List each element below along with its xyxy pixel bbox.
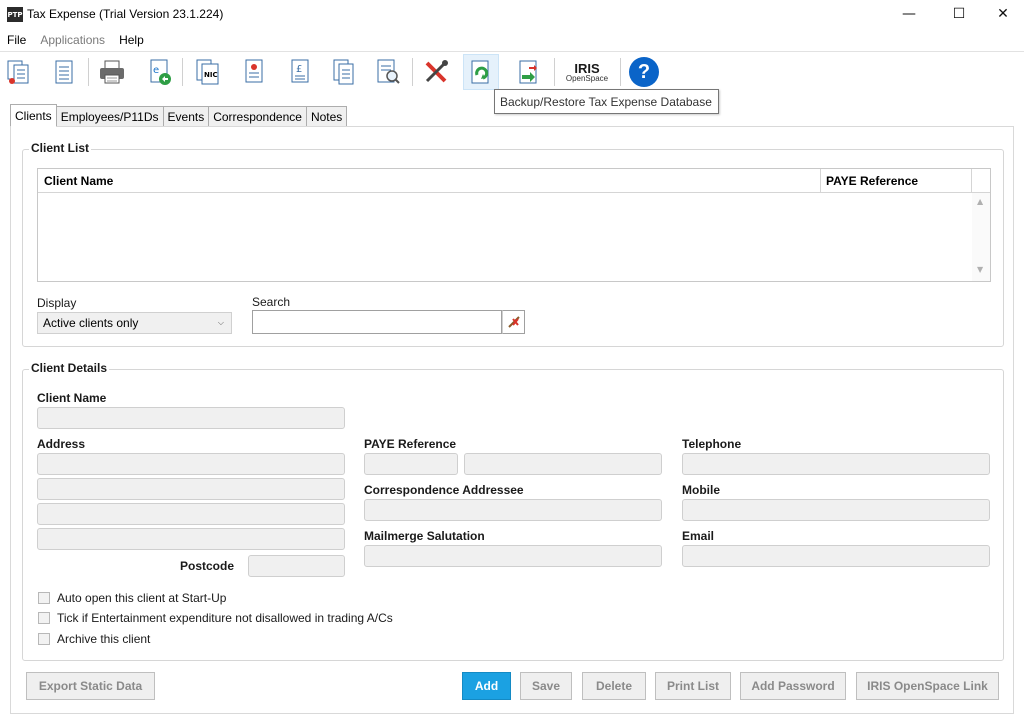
toolbar: e NIC £ IRIS OpenSpace ? <box>0 51 1024 91</box>
svg-text:£: £ <box>296 64 302 75</box>
archive-checkbox-row[interactable]: Archive this client <box>38 632 150 646</box>
address-line-3-field[interactable] <box>37 503 345 525</box>
mailmerge-salutation-field[interactable] <box>364 545 662 567</box>
client-details-group: Client Details Client Name Address Postc… <box>22 361 1004 661</box>
documents-icon[interactable] <box>2 54 38 90</box>
backup-tooltip: Backup/Restore Tax Expense Database <box>494 89 719 114</box>
tools-icon[interactable] <box>418 54 454 90</box>
internet-document-icon[interactable]: e <box>142 54 178 90</box>
add-password-button[interactable]: Add Password <box>740 672 846 700</box>
help-glyph: ? <box>629 57 659 87</box>
column-client-name[interactable]: Client Name <box>38 169 113 193</box>
archive-label: Archive this client <box>57 632 151 646</box>
search-document-icon[interactable] <box>370 54 406 90</box>
print-list-button[interactable]: Print List <box>655 672 731 700</box>
search-label: Search <box>252 295 291 309</box>
clear-search-icon[interactable] <box>502 310 525 334</box>
window-title: Tax Expense (Trial Version 23.1.224) <box>27 7 224 21</box>
telephone-field[interactable] <box>682 453 990 475</box>
tab-bar: Clients Employees/P11Ds Events Correspon… <box>10 104 348 127</box>
client-list-header: Client Name PAYE Reference <box>38 169 990 193</box>
add-button[interactable]: Add <box>462 672 511 700</box>
close-button[interactable]: ✕ <box>980 0 1024 28</box>
help-icon[interactable]: ? <box>626 54 662 90</box>
title-bar: PTP Tax Expense (Trial Version 23.1.224)… <box>0 0 1024 30</box>
iris-openspace-link-button[interactable]: IRIS OpenSpace Link <box>856 672 999 700</box>
scroll-down-icon[interactable]: ▼ <box>977 265 983 274</box>
address-line-4-field[interactable] <box>37 528 345 550</box>
tab-correspondence[interactable]: Correspondence <box>209 106 307 126</box>
entertainment-label: Tick if Entertainment expenditure not di… <box>57 611 393 625</box>
svg-text:NIC: NIC <box>204 71 218 79</box>
menu-bar: File Applications Help <box>0 30 1024 50</box>
mobile-label: Mobile <box>682 483 720 497</box>
menu-applications[interactable]: Applications <box>33 30 112 50</box>
client-name-field[interactable] <box>37 407 345 429</box>
backup-restore-icon[interactable] <box>463 54 499 90</box>
email-field[interactable] <box>682 545 990 567</box>
currency-document-icon[interactable]: £ <box>282 54 318 90</box>
list-scrollbar[interactable]: ▲ ▼ <box>972 193 990 281</box>
delete-button[interactable]: Delete <box>582 672 646 700</box>
address-line-1-field[interactable] <box>37 453 345 475</box>
client-details-title: Client Details <box>29 361 110 375</box>
display-select[interactable]: Active clients only ⌵ <box>37 312 232 334</box>
export-static-data-button[interactable]: Export Static Data <box>26 672 155 700</box>
iris-logo-text: IRIS <box>574 60 600 76</box>
print-icon[interactable] <box>94 54 130 90</box>
save-button[interactable]: Save <box>520 672 572 700</box>
scroll-up-icon[interactable]: ▲ <box>977 197 983 206</box>
display-select-value: Active clients only <box>43 316 139 330</box>
tab-employees-p11ds[interactable]: Employees/P11Ds <box>56 106 164 126</box>
iris-logo-subtext: OpenSpace <box>565 73 609 83</box>
tab-events[interactable]: Events <box>163 106 210 126</box>
paye-reference-field[interactable] <box>464 453 662 475</box>
iris-openspace-icon[interactable]: IRIS OpenSpace <box>562 54 612 90</box>
client-list-title: Client List <box>29 141 92 155</box>
address-line-2-field[interactable] <box>37 478 345 500</box>
archive-checkbox[interactable] <box>38 633 50 645</box>
auto-open-label: Auto open this client at Start-Up <box>57 591 227 605</box>
export-icon[interactable] <box>510 54 546 90</box>
tab-clients[interactable]: Clients <box>10 104 57 127</box>
paye-office-field[interactable] <box>364 453 458 475</box>
tab-notes[interactable]: Notes <box>306 106 348 126</box>
entertainment-checkbox-row[interactable]: Tick if Entertainment expenditure not di… <box>38 611 393 625</box>
entertainment-checkbox[interactable] <box>38 612 50 624</box>
red-document-icon[interactable] <box>236 54 272 90</box>
email-label: Email <box>682 529 715 543</box>
mobile-field[interactable] <box>682 499 990 521</box>
address-label: Address <box>37 437 86 451</box>
chevron-down-icon: ⌵ <box>217 318 224 327</box>
column-paye-reference[interactable]: PAYE Reference <box>820 169 918 193</box>
search-input[interactable] <box>252 310 502 334</box>
paye-reference-label: PAYE Reference <box>364 437 457 451</box>
telephone-label: Telephone <box>682 437 742 451</box>
mailmerge-salutation-label: Mailmerge Salutation <box>364 529 485 543</box>
nic-document-icon[interactable]: NIC <box>190 54 226 90</box>
clients-tab-panel: Client List Client Name PAYE Reference ▲… <box>10 126 1014 714</box>
minimize-button[interactable]: — <box>886 0 932 28</box>
document-icon[interactable] <box>46 54 82 90</box>
multi-document-icon[interactable] <box>326 54 362 90</box>
postcode-label: Postcode <box>180 559 235 573</box>
menu-file[interactable]: File <box>0 30 33 50</box>
correspondence-addressee-field[interactable] <box>364 499 662 521</box>
correspondence-addressee-label: Correspondence Addressee <box>364 483 524 497</box>
app-icon: PTP <box>7 7 23 22</box>
postcode-field[interactable] <box>248 555 345 577</box>
svg-text:e: e <box>153 65 159 76</box>
client-list-table[interactable]: Client Name PAYE Reference ▲ ▼ <box>37 168 991 282</box>
client-list-group: Client List Client Name PAYE Reference ▲… <box>22 141 1004 347</box>
maximize-button[interactable]: ☐ <box>936 0 982 28</box>
auto-open-checkbox-row[interactable]: Auto open this client at Start-Up <box>38 591 226 605</box>
menu-help[interactable]: Help <box>112 30 151 50</box>
client-name-label: Client Name <box>37 391 107 405</box>
auto-open-checkbox[interactable] <box>38 592 50 604</box>
display-label: Display <box>37 296 77 310</box>
